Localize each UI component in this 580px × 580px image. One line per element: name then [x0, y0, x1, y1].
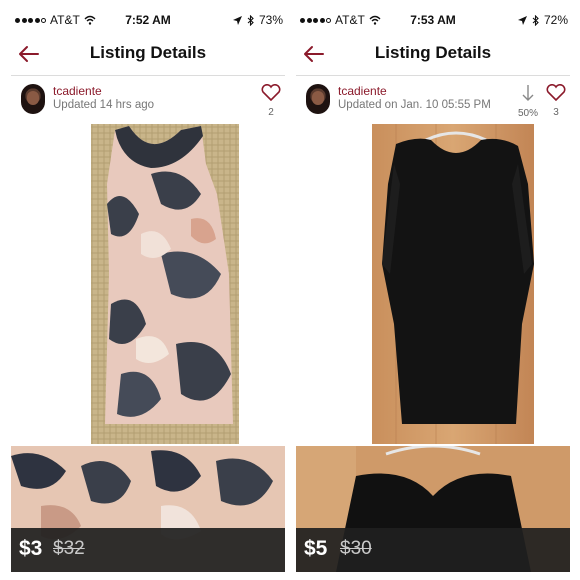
price-drop-arrow-icon: [522, 85, 534, 101]
listing-panel-left: AT&T 7:52 AM 73% Listing Details tcadien…: [11, 8, 285, 572]
price-bar: $3 $32: [11, 528, 285, 572]
nav-bar: Listing Details: [296, 32, 570, 76]
seller-username[interactable]: tcadiente: [53, 84, 102, 98]
avatar[interactable]: [21, 84, 45, 114]
current-price: $3: [19, 537, 43, 560]
page-title: Listing Details: [89, 43, 207, 62]
current-price: $5: [304, 537, 328, 560]
seller-row: tcadiente Updated 14 hrs ago 2: [11, 76, 285, 124]
like-count: 2: [268, 107, 274, 118]
like-button[interactable]: 3: [545, 83, 567, 118]
seller-username[interactable]: tcadiente: [338, 84, 387, 98]
bluetooth-icon: [247, 14, 254, 26]
seller-row: tcadiente Updated on Jan. 10 05:55 PM 50…: [296, 76, 570, 124]
listing-panel-right: AT&T 7:53 AM 72% Listing Details tcadien…: [296, 8, 570, 572]
listing-photo[interactable]: [11, 124, 285, 444]
page-title: Listing Details: [374, 43, 492, 62]
nav-bar: Listing Details: [11, 32, 285, 76]
original-price: $30: [340, 538, 372, 559]
price-bar: $5 $30: [296, 528, 570, 572]
dress-image[interactable]: [296, 124, 570, 444]
listing-photo[interactable]: [296, 124, 570, 444]
heart-icon[interactable]: [546, 83, 566, 102]
price-drop-indicator: 50%: [516, 84, 540, 119]
discount-percent: 50%: [517, 108, 538, 119]
bluetooth-icon: [532, 14, 539, 26]
heart-icon[interactable]: [261, 83, 281, 102]
dress-image[interactable]: [11, 124, 285, 444]
updated-timestamp: Updated on Jan. 10 05:55 PM: [338, 99, 491, 111]
original-price: $32: [53, 538, 85, 559]
updated-timestamp: Updated 14 hrs ago: [53, 99, 155, 111]
location-icon: [232, 15, 242, 25]
battery-percent: 72%: [543, 13, 568, 27]
status-bar: AT&T 7:53 AM 72%: [296, 8, 570, 32]
like-count: 3: [553, 107, 559, 118]
avatar[interactable]: [306, 84, 330, 114]
location-icon: [517, 15, 527, 25]
like-button[interactable]: 2: [260, 83, 282, 118]
battery-percent: 73%: [258, 13, 283, 27]
status-bar: AT&T 7:52 AM 73%: [11, 8, 285, 32]
